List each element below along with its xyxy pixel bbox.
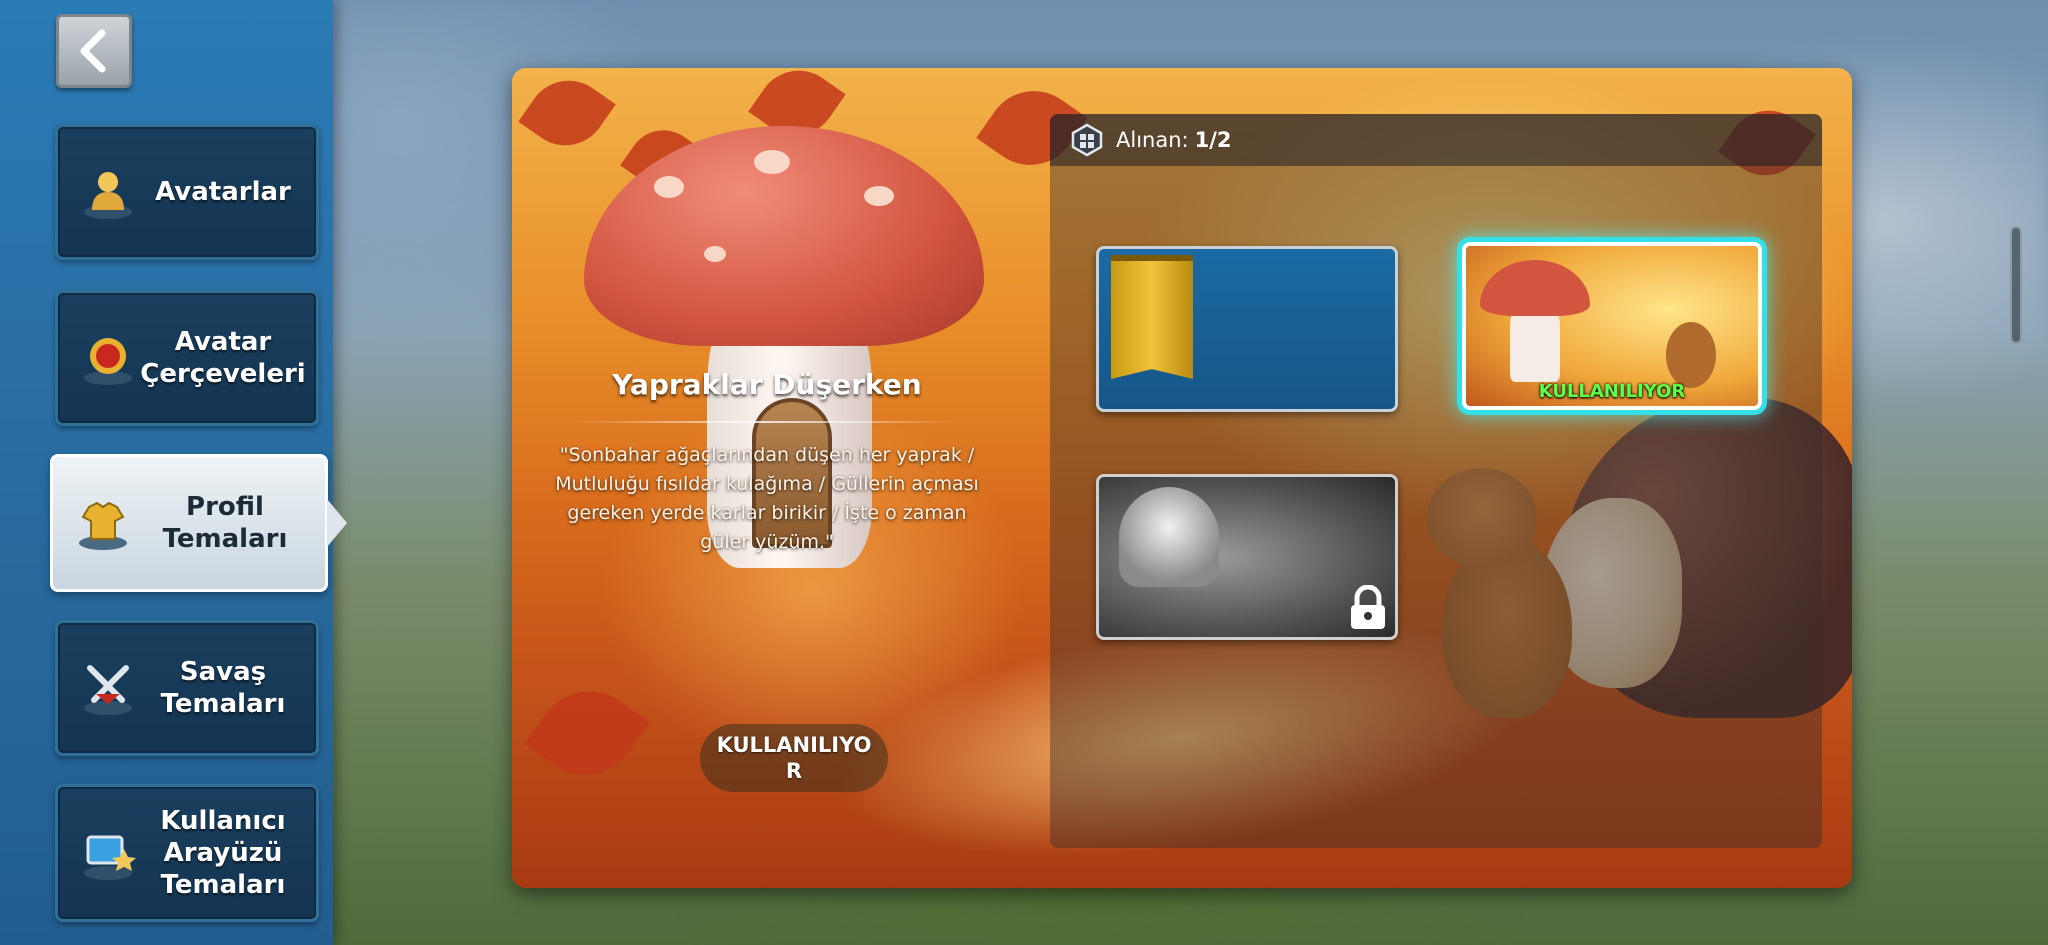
sidebar: Avatarlar Avatar Çerçeveleri Profil Tema… bbox=[0, 0, 347, 945]
sidebar-item-label: Avatar Çerçeveleri bbox=[140, 327, 306, 389]
interface-icon bbox=[76, 821, 140, 885]
chevron-left-icon bbox=[80, 29, 106, 73]
mushroom-thumbnail-cap bbox=[1480, 260, 1590, 316]
divider bbox=[572, 421, 962, 423]
lock-icon bbox=[1351, 585, 1385, 629]
sidebar-item-label: Kullanıcı Arayüzü Temaları bbox=[160, 806, 286, 900]
theme-description: "Sonbahar ağaçlarından düşen her yaprak … bbox=[555, 444, 979, 553]
collection-icon bbox=[1071, 123, 1103, 157]
in-use-status: KULLANILIYOR bbox=[1538, 381, 1686, 402]
shirt-icon bbox=[71, 491, 135, 555]
theme-card-default[interactable] bbox=[1096, 246, 1398, 412]
theme-title: Yapraklar Düşerken bbox=[612, 368, 922, 401]
sidebar-item-avatar-frames[interactable]: Avatar Çerçeveleri bbox=[55, 290, 319, 426]
theme-card-autumn[interactable]: KULLANILIYOR bbox=[1462, 242, 1762, 410]
collected-label: Alınan: bbox=[1116, 128, 1189, 152]
laurel-frame-icon bbox=[76, 326, 140, 390]
squirrel-thumbnail bbox=[1666, 322, 1716, 388]
sidebar-item-avatars[interactable]: Avatarlar bbox=[55, 124, 319, 260]
sidebar-item-ui-themes[interactable]: Kullanıcı Arayüzü Temaları bbox=[55, 784, 319, 922]
sidebar-item-battle-themes[interactable]: Savaş Temaları bbox=[55, 620, 319, 756]
sidebar-item-profile-themes[interactable]: Profil Temaları bbox=[50, 454, 347, 592]
sidebar-item-label: Profil Temaları bbox=[162, 492, 288, 554]
banner-icon bbox=[1111, 255, 1193, 379]
avatar-icon bbox=[76, 160, 140, 224]
theme-panel: Yapraklar Düşerken "Sonbahar ağaçlarında… bbox=[512, 68, 1852, 888]
collected-count: 1/2 bbox=[1194, 128, 1232, 152]
sidebar-item-label: Avatarlar bbox=[155, 177, 291, 207]
seashell-thumbnail bbox=[1119, 487, 1219, 587]
theme-collection: Alınan: 1/2 KULLANILIYOR bbox=[1050, 114, 1822, 848]
side-drawer-handle[interactable] bbox=[2010, 226, 2022, 344]
sidebar-item-label: Savaş Temaları bbox=[160, 657, 286, 719]
back-button[interactable] bbox=[56, 14, 132, 88]
theme-card-locked[interactable] bbox=[1096, 474, 1398, 640]
in-use-button[interactable]: KULLANILIYOR bbox=[700, 724, 888, 792]
crossed-swords-icon bbox=[76, 656, 140, 720]
theme-info: Yapraklar Düşerken "Sonbahar ağaçlarında… bbox=[552, 368, 982, 557]
collection-header: Alınan: 1/2 bbox=[1050, 114, 1822, 166]
